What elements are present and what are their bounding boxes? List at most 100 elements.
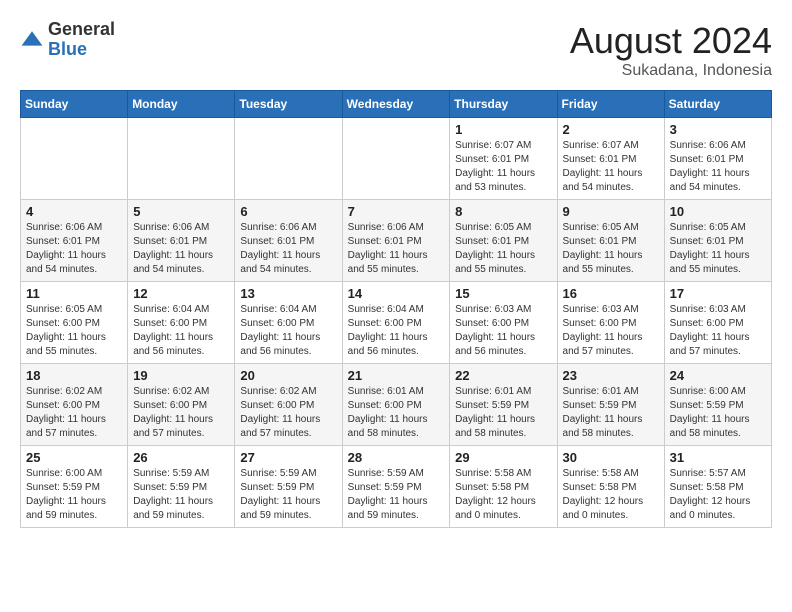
calendar-cell: 25 Sunrise: 6:00 AMSunset: 5:59 PMDayligh… xyxy=(21,446,128,528)
calendar-cell: 24Sunrise: 6:00 AMSunset: 5:59 PMDayligh… xyxy=(664,364,771,446)
calendar-cell xyxy=(21,118,128,200)
logo: General Blue xyxy=(20,20,115,60)
day-info: Sunrise: 6:06 AMSunset: 6:01 PMDaylight:… xyxy=(240,221,336,277)
calendar-cell: 14Sunrise: 6:04 AMSunset: 6:00 PMDayligh… xyxy=(342,282,450,364)
week-row-2: 4Sunrise: 6:06 AMSunset: 6:01 PMDaylight… xyxy=(21,200,772,282)
day-number: 2 xyxy=(563,122,659,137)
calendar-cell: 29 Sunrise: 5:58 AMSunset: 5:58 PMDayligh… xyxy=(450,446,557,528)
day-info: Sunrise: 5:59 AMSunset: 5:59 PMDaylight:… xyxy=(133,467,229,523)
day-number: 16 xyxy=(563,286,659,301)
day-number: 3 xyxy=(670,122,766,137)
calendar-cell xyxy=(128,118,235,200)
calendar-cell: 10 Sunrise: 6:05 AMSunset: 6:01 PMDayligh… xyxy=(664,200,771,282)
calendar-cell: 8 Sunrise: 6:05 AMSunset: 6:01 PMDaylight… xyxy=(450,200,557,282)
day-info: Sunrise: 6:02 AMSunset: 6:00 PMDaylight:… xyxy=(26,385,122,441)
calendar-cell xyxy=(235,118,342,200)
day-number: 19 xyxy=(133,368,229,383)
day-number: 20 xyxy=(240,368,336,383)
logo-blue-text: Blue xyxy=(48,40,115,60)
day-number: 26 xyxy=(133,450,229,465)
calendar-cell: 15Sunrise: 6:03 AMSunset: 6:00 PMDayligh… xyxy=(450,282,557,364)
logo-general-text: General xyxy=(48,20,115,40)
day-info: Sunrise: 5:58 AMSunset: 5:58 PMDaylight:… xyxy=(455,467,551,523)
day-info: Sunrise: 6:04 AMSunset: 6:00 PMDaylight:… xyxy=(133,303,229,359)
day-info: Sunrise: 6:05 AMSunset: 6:01 PMDaylight:… xyxy=(670,221,766,277)
calendar-cell: 2 Sunrise: 6:07 AMSunset: 6:01 PMDaylight… xyxy=(557,118,664,200)
calendar-cell: 17Sunrise: 6:03 AMSunset: 6:00 PMDayligh… xyxy=(664,282,771,364)
day-number: 31 xyxy=(670,450,766,465)
header-day-wednesday: Wednesday xyxy=(342,91,450,118)
day-number: 25 xyxy=(26,450,122,465)
calendar-cell: 26 Sunrise: 5:59 AMSunset: 5:59 PMDayligh… xyxy=(128,446,235,528)
calendar-cell: 18 Sunrise: 6:02 AMSunset: 6:00 PMDayligh… xyxy=(21,364,128,446)
day-info: Sunrise: 6:07 AMSunset: 6:01 PMDaylight:… xyxy=(563,139,659,195)
day-info: Sunrise: 6:05 AMSunset: 6:01 PMDaylight:… xyxy=(455,221,551,277)
week-row-1: 1 Sunrise: 6:07 AMSunset: 6:01 PMDaylight… xyxy=(21,118,772,200)
day-number: 9 xyxy=(563,204,659,219)
day-info: Sunrise: 6:03 AMSunset: 6:00 PMDaylight:… xyxy=(563,303,659,359)
day-number: 6 xyxy=(240,204,336,219)
day-number: 28 xyxy=(348,450,445,465)
header-day-monday: Monday xyxy=(128,91,235,118)
calendar-cell: 21Sunrise: 6:01 AMSunset: 6:00 PMDayligh… xyxy=(342,364,450,446)
header-day-friday: Friday xyxy=(557,91,664,118)
calendar-cell xyxy=(342,118,450,200)
day-number: 8 xyxy=(455,204,551,219)
day-info: Sunrise: 6:05 AMSunset: 6:01 PMDaylight:… xyxy=(563,221,659,277)
day-info: Sunrise: 5:58 AMSunset: 5:58 PMDaylight:… xyxy=(563,467,659,523)
day-number: 23 xyxy=(563,368,659,383)
calendar-table: SundayMondayTuesdayWednesdayThursdayFrid… xyxy=(20,90,772,528)
calendar-cell: 30 Sunrise: 5:58 AMSunset: 5:58 PMDayligh… xyxy=(557,446,664,528)
day-number: 10 xyxy=(670,204,766,219)
day-number: 5 xyxy=(133,204,229,219)
day-number: 29 xyxy=(455,450,551,465)
day-info: Sunrise: 6:06 AMSunset: 6:01 PMDaylight:… xyxy=(348,221,445,277)
day-info: Sunrise: 6:06 AMSunset: 6:01 PMDaylight:… xyxy=(26,221,122,277)
day-number: 11 xyxy=(26,286,122,301)
calendar-cell: 11Sunrise: 6:05 AMSunset: 6:00 PMDayligh… xyxy=(21,282,128,364)
day-number: 21 xyxy=(348,368,445,383)
day-info: Sunrise: 5:59 AMSunset: 5:59 PMDaylight:… xyxy=(348,467,445,523)
calendar-cell: 13Sunrise: 6:04 AMSunset: 6:00 PMDayligh… xyxy=(235,282,342,364)
calendar-cell: 19Sunrise: 6:02 AMSunset: 6:00 PMDayligh… xyxy=(128,364,235,446)
day-info: Sunrise: 6:02 AMSunset: 6:00 PMDaylight:… xyxy=(240,385,336,441)
month-year-title: August 2024 xyxy=(570,20,772,62)
location-subtitle: Sukadana, Indonesia xyxy=(570,62,772,80)
calendar-cell: 6 Sunrise: 6:06 AMSunset: 6:01 PMDaylight… xyxy=(235,200,342,282)
day-info: Sunrise: 6:01 AMSunset: 5:59 PMDaylight:… xyxy=(563,385,659,441)
day-info: Sunrise: 6:07 AMSunset: 6:01 PMDaylight:… xyxy=(455,139,551,195)
day-info: Sunrise: 5:59 AMSunset: 5:59 PMDaylight:… xyxy=(240,467,336,523)
calendar-cell: 4Sunrise: 6:06 AMSunset: 6:01 PMDaylight… xyxy=(21,200,128,282)
header-row: SundayMondayTuesdayWednesdayThursdayFrid… xyxy=(21,91,772,118)
day-info: Sunrise: 6:00 AMSunset: 5:59 PMDaylight:… xyxy=(26,467,122,523)
header-day-thursday: Thursday xyxy=(450,91,557,118)
day-number: 30 xyxy=(563,450,659,465)
calendar-cell: 28 Sunrise: 5:59 AMSunset: 5:59 PMDayligh… xyxy=(342,446,450,528)
header-day-tuesday: Tuesday xyxy=(235,91,342,118)
header-day-sunday: Sunday xyxy=(21,91,128,118)
calendar-cell: 27 Sunrise: 5:59 AMSunset: 5:59 PMDayligh… xyxy=(235,446,342,528)
calendar-cell: 1 Sunrise: 6:07 AMSunset: 6:01 PMDaylight… xyxy=(450,118,557,200)
page-header: General Blue August 2024 Sukadana, Indon… xyxy=(20,20,772,80)
day-number: 1 xyxy=(455,122,551,137)
day-info: Sunrise: 6:03 AMSunset: 6:00 PMDaylight:… xyxy=(455,303,551,359)
day-info: Sunrise: 6:06 AMSunset: 6:01 PMDaylight:… xyxy=(133,221,229,277)
day-info: Sunrise: 6:01 AMSunset: 5:59 PMDaylight:… xyxy=(455,385,551,441)
day-info: Sunrise: 6:04 AMSunset: 6:00 PMDaylight:… xyxy=(240,303,336,359)
day-number: 7 xyxy=(348,204,445,219)
day-info: Sunrise: 5:57 AMSunset: 5:58 PMDaylight:… xyxy=(670,467,766,523)
calendar-cell: 5 Sunrise: 6:06 AMSunset: 6:01 PMDaylight… xyxy=(128,200,235,282)
day-number: 14 xyxy=(348,286,445,301)
day-number: 18 xyxy=(26,368,122,383)
calendar-cell: 23 Sunrise: 6:01 AMSunset: 5:59 PMDayligh… xyxy=(557,364,664,446)
title-area: August 2024 Sukadana, Indonesia xyxy=(570,20,772,80)
header-day-saturday: Saturday xyxy=(664,91,771,118)
day-number: 22 xyxy=(455,368,551,383)
day-info: Sunrise: 6:03 AMSunset: 6:00 PMDaylight:… xyxy=(670,303,766,359)
calendar-cell: 7 Sunrise: 6:06 AMSunset: 6:01 PMDaylight… xyxy=(342,200,450,282)
week-row-5: 25 Sunrise: 6:00 AMSunset: 5:59 PMDayligh… xyxy=(21,446,772,528)
day-number: 27 xyxy=(240,450,336,465)
logo-icon xyxy=(20,28,44,52)
day-info: Sunrise: 6:06 AMSunset: 6:01 PMDaylight:… xyxy=(670,139,766,195)
day-number: 12 xyxy=(133,286,229,301)
